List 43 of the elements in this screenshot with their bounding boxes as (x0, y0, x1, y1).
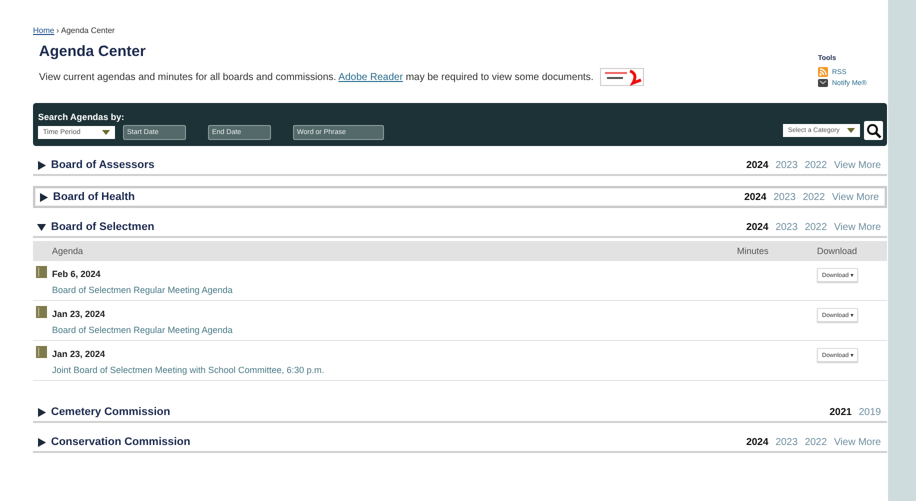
column-header: Download (817, 246, 858, 256)
year-link[interactable]: 2021 (830, 406, 852, 418)
meeting-date: Jan 23, 2024 (52, 349, 106, 359)
section-toggle[interactable]: Board of Assessors (37, 159, 155, 171)
year-link[interactable]: 2022 (804, 436, 827, 448)
year-link[interactable]: 2023 (775, 436, 798, 448)
agenda-link[interactable]: Joint Board of Selectmen Meeting with School Committee, 6:30 p.m. (52, 365, 737, 375)
year-link[interactable]: 2023 (775, 222, 798, 232)
year-link[interactable]: 2024 (746, 436, 768, 448)
meeting-date: Jan 23, 2024 (52, 309, 106, 319)
year-link[interactable]: 2024 (746, 160, 768, 170)
year-link[interactable]: 2023 (773, 192, 796, 202)
breadcrumb-separator: › (56, 26, 60, 35)
envelope-icon (818, 79, 828, 87)
year-link[interactable]: 2024 (746, 222, 768, 232)
meeting-date: Feb 6, 2024 (52, 269, 101, 279)
year-link[interactable]: 2022 (804, 222, 827, 232)
page-title: Agenda Center (39, 43, 147, 60)
agenda-link[interactable]: Board of Selectmen Regular Meeting Agenda (52, 325, 737, 335)
year-link[interactable]: 2022 (802, 192, 825, 202)
column-header: Agenda (51, 246, 84, 256)
breadcrumb-link[interactable]: Home (33, 26, 54, 35)
search-button[interactable] (864, 121, 883, 140)
rss-icon (818, 67, 828, 77)
agenda-link[interactable]: Board of Selectmen Regular Meeting Agenda (52, 285, 737, 295)
reader-logo-icon[interactable] (600, 68, 644, 86)
adobe-reader-link[interactable]: Adobe Reader (338, 72, 403, 82)
view-more-link[interactable]: View More (834, 222, 881, 232)
year-link[interactable]: 2022 (804, 160, 827, 170)
view-more-link[interactable]: View More (834, 436, 881, 448)
page-description: View current agendas and minutes for all boards and commissions. Adobe Reader may be required to view some documents. (39, 72, 594, 82)
section-toggle[interactable]: Conservation Commission (37, 436, 190, 448)
year-link[interactable]: 2019 (858, 406, 881, 418)
section-toggle[interactable]: Board of Selectmen (37, 221, 154, 233)
breadcrumb-current: Agenda Center (61, 26, 115, 35)
year-link[interactable]: 2023 (775, 160, 798, 170)
view-more-link[interactable]: View More (834, 160, 881, 170)
section-toggle[interactable]: Board of Health (39, 191, 135, 203)
year-link[interactable]: 2024 (744, 192, 766, 202)
column-header: Minutes (737, 246, 770, 256)
view-more-link[interactable]: View More (832, 192, 879, 202)
section-toggle[interactable]: Cemetery Commission (37, 406, 170, 418)
search-heading: Search Agendas by: (38, 112, 126, 122)
